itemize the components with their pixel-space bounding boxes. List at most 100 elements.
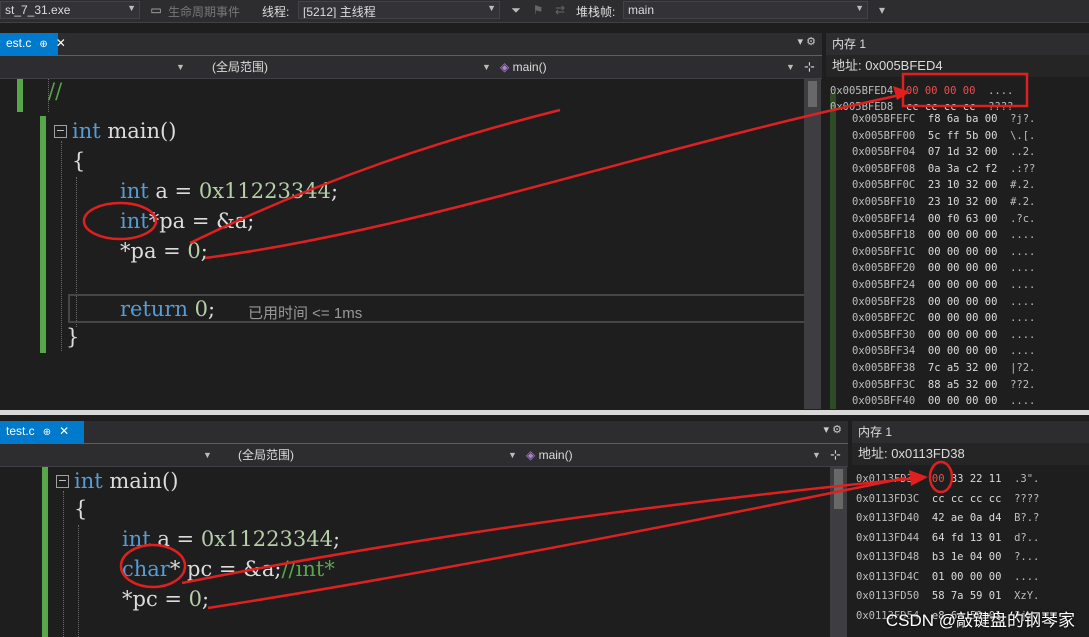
filter-icon[interactable]: ⏷ — [508, 2, 524, 18]
memory-row[interactable]: 0x005BFF1C 00 00 00 00 .... — [852, 244, 1035, 260]
memory-ascii: #.2. — [1010, 196, 1036, 208]
address-input[interactable]: 0x0113FD38 — [891, 446, 964, 461]
split-icon[interactable]: ⊹ — [830, 446, 844, 464]
collapse-icon[interactable]: − — [56, 475, 69, 488]
main-sig-text: main() — [102, 469, 179, 493]
memory-row[interactable]: 0x0113FD4C 01 00 00 00 .... — [856, 569, 1039, 585]
memory-row[interactable]: 0x0113FD38 00 33 22 11 .3". — [856, 471, 1039, 487]
bottom-tabstrip: test.c ⊕ ✕ ▾ ⚙ — [0, 421, 848, 445]
number-literal: 0x11223344 — [198, 179, 331, 203]
thread-combo[interactable]: [5212] 主线程 ▼ — [298, 1, 500, 19]
memory-row[interactable]: 0x005BFF20 00 00 00 00 .... — [852, 260, 1035, 276]
memory-byte: 42 — [931, 512, 945, 524]
memory-address: 0x005BFF18 — [852, 229, 916, 242]
memory-bytes: 7c a5 32 00 — [927, 362, 998, 374]
vertical-scrollbar[interactable] — [830, 467, 847, 637]
memory-ascii: .... — [1010, 345, 1036, 358]
tab-options-icon[interactable]: ▾ ⚙ — [798, 35, 816, 48]
stackframe-combo[interactable]: main ▼ — [623, 1, 868, 19]
pin-icon[interactable]: ⊕ — [39, 39, 47, 50]
memory-ascii: ???? — [1014, 492, 1040, 505]
split-icon[interactable]: ⊹ — [804, 58, 818, 76]
chevron-down-icon: ▼ — [786, 62, 795, 72]
code-line-1: int a = 0x11223344; — [120, 179, 338, 203]
memory-bytes: 00 f0 63 00 — [927, 212, 998, 225]
memory-row[interactable]: 0x005BFF30 00 00 00 00 .... — [852, 327, 1035, 343]
memory-bytes: cc cc cc — [944, 492, 1002, 505]
tab-test-c[interactable]: est.c ⊕ ✕ — [0, 33, 66, 55]
memory-row[interactable]: 0x0113FD44 64 fd 13 01 d?.. — [856, 530, 1039, 546]
memory-ascii: ..2. — [1010, 146, 1036, 159]
process-combo[interactable]: st_7_31.exe ▼ — [0, 1, 140, 19]
close-icon[interactable]: ✕ — [59, 424, 69, 438]
scope-combo[interactable]: (全局范围) ▼ — [212, 58, 494, 76]
tab-label: test.c — [6, 424, 35, 438]
tab-options-icon[interactable]: ▾ ⚙ — [824, 423, 842, 436]
memory-row[interactable]: 0x005BFF14 00 f0 63 00 .?c. — [852, 211, 1035, 227]
stackframe-value: main — [628, 3, 655, 17]
memory-address: 0x005BFF34 — [852, 345, 916, 358]
scrollbar-thumb[interactable] — [834, 469, 843, 509]
memory-row[interactable]: 0x005BFF00 5c ff 5b 00 \.[. — [852, 128, 1035, 144]
memory-byte: b3 — [931, 551, 945, 563]
memory-row[interactable]: 0x005BFF28 00 00 00 00 .... — [852, 294, 1035, 310]
scope-combo[interactable]: (全局范围) ▼ — [238, 446, 520, 464]
memory-row[interactable]: 0x005BFF3C 88 a5 32 00 ??2. — [852, 377, 1035, 393]
memory-row[interactable]: 0x005BFF0C 23 10 32 00 #.2. — [852, 177, 1035, 193]
thread-switch-icon[interactable]: ⇄ — [552, 2, 568, 18]
memory-row[interactable]: 0x0113FD3C cc cc cc cc ???? — [856, 491, 1039, 507]
code-line-2: int*pa = &a; — [120, 209, 254, 233]
close-icon[interactable]: ✕ — [56, 36, 66, 50]
memory-address: 0x005BFF38 — [852, 362, 916, 374]
memory-row[interactable]: 0x005BFF04 07 1d 32 00 ..2. — [852, 144, 1035, 160]
lifecycle-events-label[interactable]: 生命周期事件 — [168, 3, 240, 20]
project-combo[interactable]: ▼ — [0, 58, 190, 76]
function-combo[interactable]: ◈ main() ▼ — [500, 58, 798, 76]
memory-ascii: .... — [1010, 312, 1036, 325]
collapse-icon[interactable]: − — [54, 125, 67, 138]
memory-address: 0x0113FD3C — [856, 492, 920, 505]
chevron-down-icon: ▼ — [812, 450, 821, 460]
memory-ascii: .3". — [1014, 473, 1040, 485]
memory-row[interactable]: 0x005BFF2C 00 00 00 00 .... — [852, 310, 1035, 326]
tab-test-c[interactable]: test.c ⊕ ✕ — [0, 421, 84, 443]
address-label: 地址: — [858, 446, 888, 461]
memory-ascii: B?.? — [1014, 512, 1040, 524]
memory-row[interactable]: 0x005BFEFC f8 6a ba 00 ?j?. — [852, 111, 1035, 127]
memory-row[interactable]: 0x0113FD48 b3 1e 04 00 ?... — [856, 549, 1039, 565]
memory-row[interactable]: 0x005BFF08 0a 3a c2 f2 .:?? — [852, 161, 1035, 177]
vertical-scrollbar[interactable] — [804, 79, 821, 409]
project-combo[interactable]: ▼ — [0, 446, 215, 464]
memory-ascii: #.2. — [1010, 179, 1036, 192]
memory-row[interactable]: 0x005BFF38 7c a5 32 00 |?2. — [852, 360, 1035, 376]
code-line-3: *pc = 0; — [122, 587, 209, 611]
function-icon: ◈ — [526, 448, 536, 462]
memory-row[interactable]: 0x005BFF18 00 00 00 00 .... — [852, 227, 1035, 243]
memory-row[interactable]: 0x005BFF34 00 00 00 00 .... — [852, 343, 1035, 359]
close-brace: } — [66, 325, 80, 349]
memory-row[interactable]: 0x005BFF40 00 00 00 00 .... — [852, 393, 1035, 409]
window-splitter[interactable] — [0, 410, 1089, 415]
chevron-down-icon: ▼ — [176, 62, 185, 72]
top-code-editor: est.c ⊕ ✕ ▾ ⚙ ▼ (全局范围) ▼ ◈ main() ▼ ⊹ // −… — [0, 33, 822, 409]
keyword-int: int — [72, 119, 101, 143]
overflow-icon[interactable]: ▾ — [874, 2, 890, 18]
pin-icon[interactable]: ⊕ — [43, 427, 51, 438]
memory-row[interactable]: 0x005BFF24 00 00 00 00 .... — [852, 277, 1035, 293]
memory-ascii: ?... — [1014, 551, 1040, 563]
code-text: a = — [150, 527, 201, 551]
memory-row[interactable]: 0x0113FD40 42 ae 0a d4 B?.? — [856, 510, 1039, 526]
memory-title: 内存 1 — [852, 421, 1089, 443]
memory-row[interactable]: 0x005BFF10 23 10 32 00 #.2. — [852, 194, 1035, 210]
function-combo[interactable]: ◈ main() ▼ — [526, 446, 824, 464]
scrollbar-thumb[interactable] — [808, 81, 817, 107]
memory-bytes: 07 1d 32 00 — [927, 146, 998, 159]
flag-icon[interactable]: ⚑ — [530, 2, 546, 18]
memory-byte: 00 — [931, 473, 945, 485]
memory-address: 0x0113FD50 — [856, 590, 920, 602]
memory-row[interactable]: 0x0113FD50 58 7a 59 01 XzY. — [856, 588, 1039, 604]
address-input[interactable]: 0x005BFED4 — [865, 58, 942, 73]
memory-address: 0x005BFF28 — [852, 295, 916, 308]
memory-row[interactable]: 0x005BFED4 00 00 00 00 .... — [830, 83, 1013, 99]
main-sig-text: main() — [100, 119, 177, 143]
